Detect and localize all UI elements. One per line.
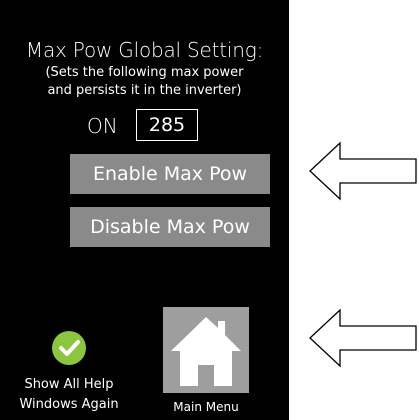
arrow-left-icon	[309, 141, 417, 201]
show-help-label-line-2: Windows Again	[19, 397, 119, 412]
subtitle-line-1: (Sets the following max power	[45, 65, 244, 80]
disable-max-pow-button[interactable]: Disable Max Pow	[70, 207, 270, 247]
device-screen: Max Pow Global Setting: (Sets the follow…	[0, 0, 289, 420]
check-icon[interactable]	[52, 331, 86, 365]
show-help-label-line-1: Show All Help	[24, 377, 114, 392]
home-icon	[171, 317, 241, 386]
status-label: ON	[87, 114, 118, 138]
page-title: Max Pow Global Setting:	[25, 38, 264, 62]
subtitle-line-2: and persists it in the inverter)	[47, 83, 242, 98]
max-power-field[interactable]: 285	[136, 109, 198, 141]
arrow-left-icon	[309, 308, 417, 368]
main-menu-label: Main Menu	[173, 400, 239, 414]
main-menu-button[interactable]	[163, 307, 249, 393]
enable-max-pow-button[interactable]: Enable Max Pow	[70, 154, 270, 194]
